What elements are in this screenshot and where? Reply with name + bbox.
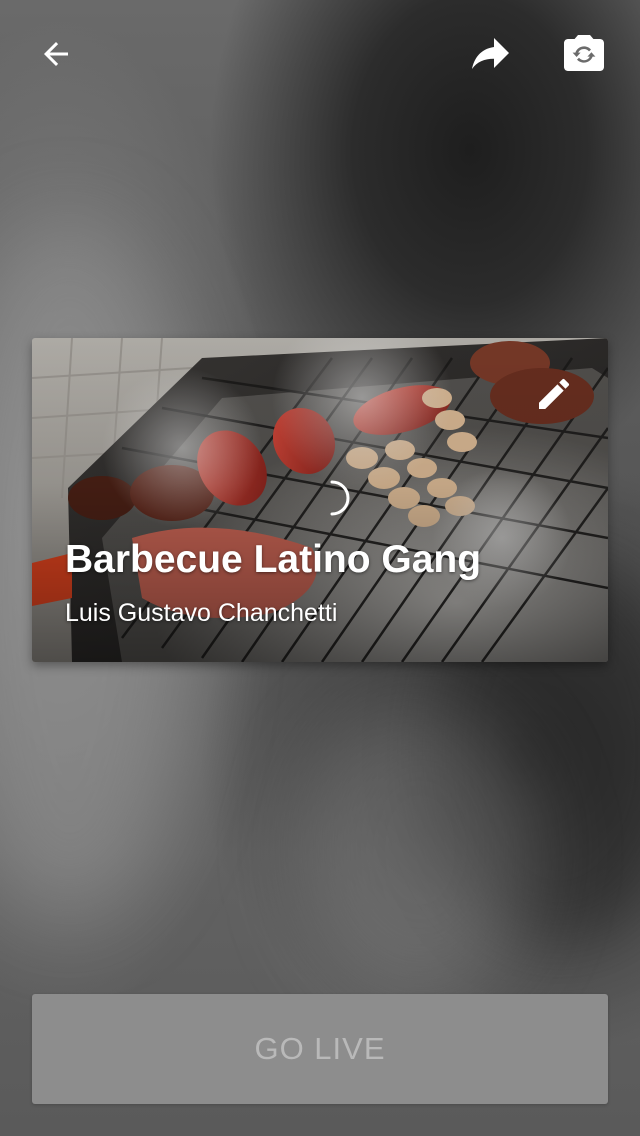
- broadcast-card[interactable]: Barbecue Latino Gang Luis Gustavo Chanch…: [32, 338, 608, 662]
- camera-switch-icon: [560, 30, 608, 83]
- back-button[interactable]: [24, 28, 88, 84]
- go-live-button[interactable]: GO LIVE: [32, 994, 608, 1104]
- edit-button[interactable]: [526, 368, 582, 424]
- share-button[interactable]: [458, 28, 522, 84]
- arrow-left-icon: [38, 36, 74, 77]
- broadcast-owner-name: Luis Gustavo Chanchetti: [65, 599, 338, 627]
- broadcast-title: Barbecue Latino Gang: [65, 538, 482, 581]
- top-bar: [0, 0, 640, 112]
- switch-camera-button[interactable]: [552, 28, 616, 84]
- share-arrow-icon: [466, 30, 514, 83]
- pencil-icon: [534, 374, 574, 419]
- loading-spinner-icon: [316, 478, 356, 518]
